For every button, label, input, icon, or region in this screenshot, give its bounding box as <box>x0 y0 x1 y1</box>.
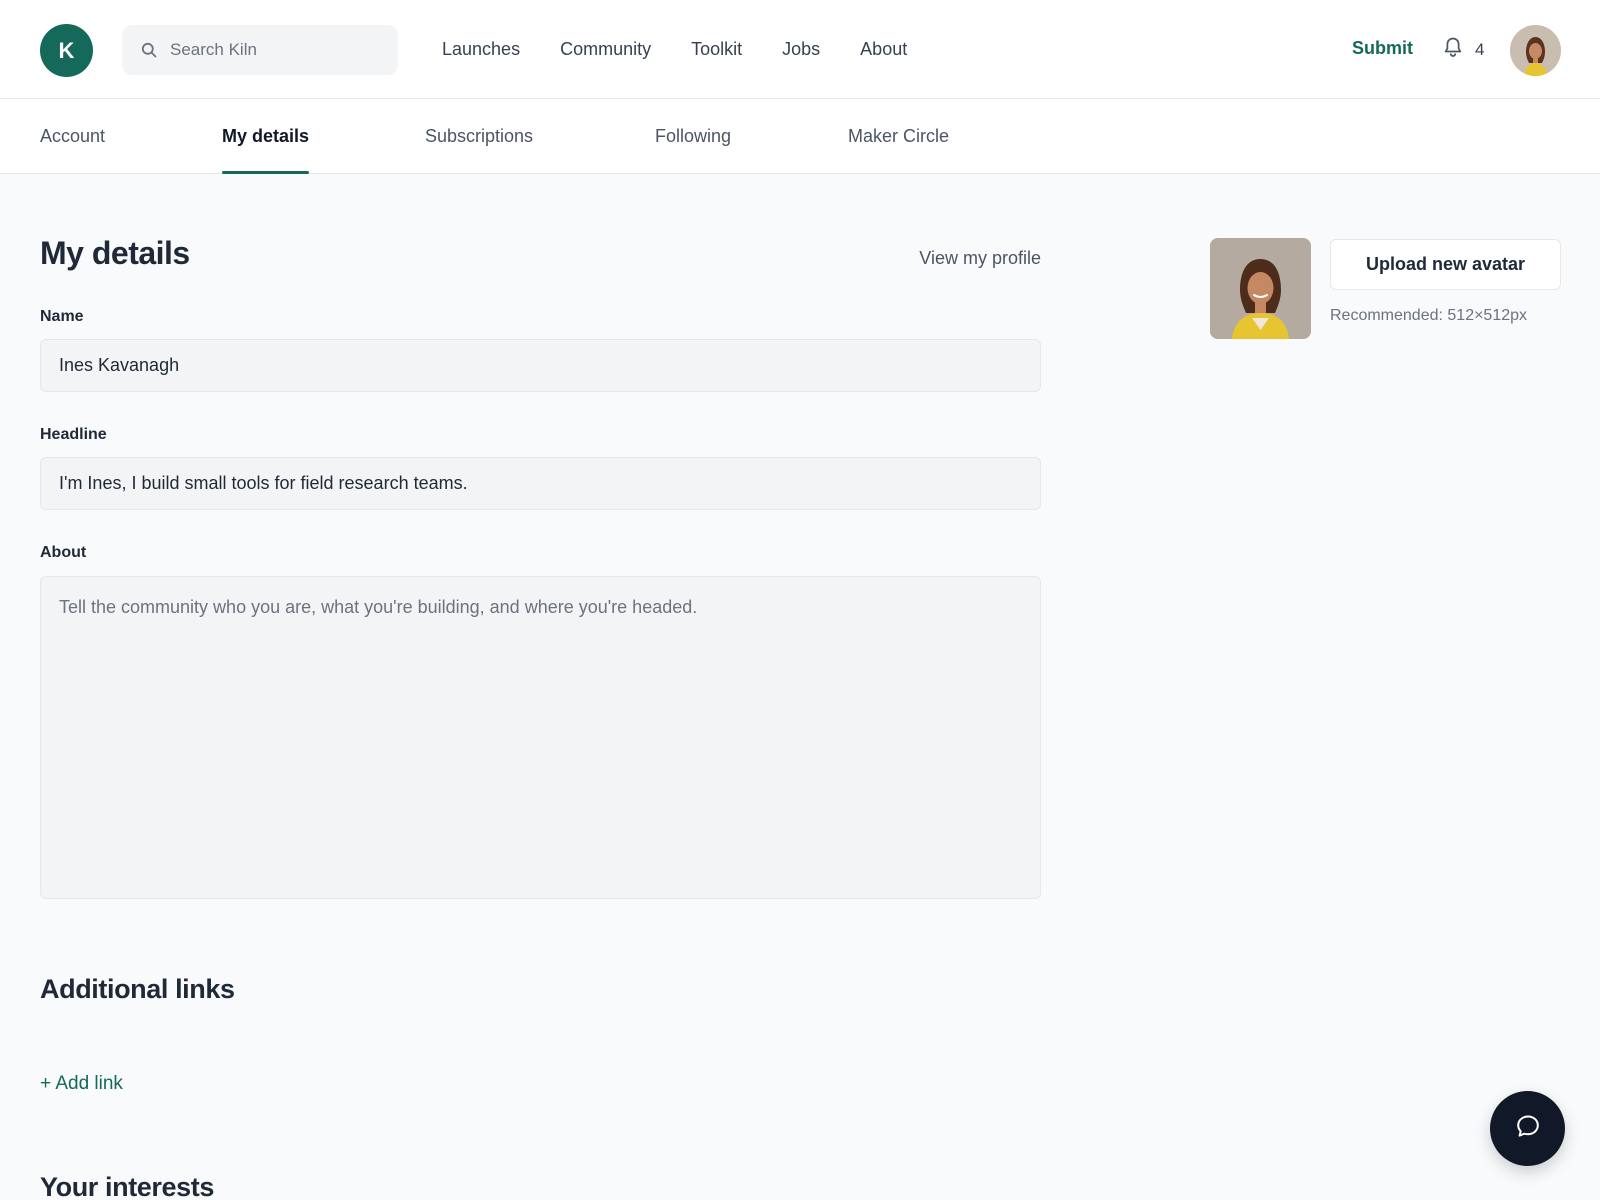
notifications-button[interactable]: 4 <box>1443 36 1484 63</box>
search-box[interactable] <box>122 25 398 75</box>
kiln-logo[interactable]: K <box>40 24 93 77</box>
avatar-recommendation: Recommended: 512×512px <box>1330 307 1528 324</box>
profile-avatar <box>1210 238 1311 339</box>
about-field[interactable] <box>40 576 1041 899</box>
headline-label: Headline <box>40 426 107 443</box>
tab-subscriptions[interactable]: Subscriptions <box>425 99 533 174</box>
top-header: K Launches Community Toolkit Jobs About … <box>0 0 1600 99</box>
submit-button[interactable]: Submit <box>1352 38 1413 59</box>
tab-maker-circle[interactable]: Maker Circle <box>848 99 949 174</box>
name-label: Name <box>40 308 84 325</box>
headline-field[interactable] <box>40 457 1041 510</box>
upload-avatar-button[interactable]: Upload new avatar <box>1330 239 1561 290</box>
view-profile-link[interactable]: View my profile <box>913 248 1041 269</box>
additional-links-title: Additional links <box>40 974 235 1004</box>
nav-launches[interactable]: Launches <box>442 39 520 60</box>
nav-toolkit[interactable]: Toolkit <box>691 39 742 60</box>
notification-count: 4 <box>1475 39 1485 59</box>
interests-title: Your interests <box>40 1172 214 1200</box>
name-field[interactable] <box>40 339 1041 392</box>
main-nav: Launches Community Toolkit Jobs About <box>442 0 947 99</box>
chat-icon <box>1514 1112 1542 1145</box>
about-label: About <box>40 544 87 561</box>
nav-community[interactable]: Community <box>560 39 651 60</box>
chat-button[interactable] <box>1490 1091 1565 1166</box>
nav-jobs[interactable]: Jobs <box>782 39 820 60</box>
add-link-button[interactable]: + Add link <box>40 1073 123 1095</box>
page-title: My details <box>40 235 190 271</box>
nav-about[interactable]: About <box>860 39 907 60</box>
tab-my-details[interactable]: My details <box>222 99 310 174</box>
settings-tabs: Account My details Subscriptions Followi… <box>0 99 1600 174</box>
tab-account[interactable]: Account <box>40 99 105 174</box>
bell-icon <box>1443 36 1463 63</box>
search-input[interactable] <box>170 40 390 60</box>
user-avatar[interactable] <box>1510 25 1561 76</box>
tab-following[interactable]: Following <box>655 99 731 174</box>
search-icon <box>140 41 158 59</box>
